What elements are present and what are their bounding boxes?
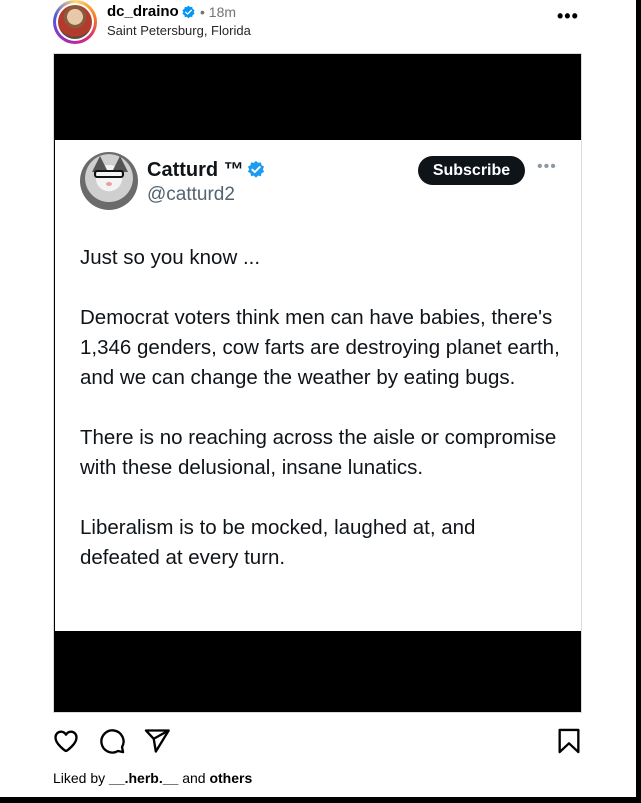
window-edge-right	[636, 0, 641, 803]
tweet-verified-badge-icon	[247, 160, 265, 178]
tweet-paragraph: There is no reaching across the aisle or…	[80, 426, 557, 479]
tweet-body: Just so you know ... Democrat voters thi…	[80, 243, 560, 603]
post-media[interactable]: Catturd ™ @catturd2 Subscribe ••• Just s…	[53, 53, 582, 713]
likes-user-link[interactable]: __.herb.__	[109, 770, 178, 786]
post-location[interactable]: Saint Petersburg, Florida	[107, 23, 251, 38]
likes-others-link[interactable]: others	[209, 770, 252, 786]
likes-prefix: Liked by	[53, 770, 110, 786]
verified-badge-icon	[182, 5, 195, 19]
tweet-screenshot: Catturd ™ @catturd2 Subscribe ••• Just s…	[55, 140, 581, 631]
tweet-author-name: Catturd ™	[147, 159, 244, 181]
tweet-more-icon: •••	[537, 158, 557, 175]
post-username[interactable]: dc_draino	[107, 3, 179, 20]
tweet-avatar	[80, 152, 138, 210]
bookmark-icon[interactable]	[555, 727, 583, 755]
story-avatar[interactable]	[53, 0, 97, 44]
heart-icon[interactable]	[52, 727, 80, 755]
avatar	[58, 5, 92, 39]
likes-middle: and	[178, 770, 210, 786]
tweet-paragraph: Democrat voters think men can have babie…	[80, 306, 560, 389]
window-edge-bottom	[0, 797, 641, 803]
comment-icon[interactable]	[98, 727, 126, 755]
tweet-paragraph: Liberalism is to be mocked, laughed at, …	[80, 516, 476, 569]
post-more-options-button[interactable]: •••	[557, 6, 579, 27]
tweet-paragraph: Just so you know ...	[80, 246, 261, 269]
subscribe-button: Subscribe	[418, 156, 525, 185]
tweet-author-handle: @catturd2	[147, 184, 235, 205]
send-icon[interactable]	[143, 727, 171, 755]
post-time: • 18m	[200, 4, 237, 20]
likes-summary[interactable]: Liked by __.herb.__ and others	[53, 770, 252, 786]
